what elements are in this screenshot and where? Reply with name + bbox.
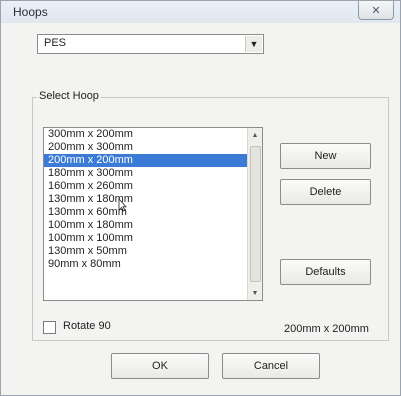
hoop-list-item[interactable]: 180mm x 300mm — [44, 167, 262, 180]
hoop-list-item[interactable]: 200mm x 200mm — [44, 154, 262, 167]
defaults-button[interactable]: Defaults — [280, 259, 371, 285]
hoop-list-item[interactable]: 100mm x 100mm — [44, 232, 262, 245]
hoop-list-item[interactable]: 90mm x 80mm — [44, 258, 262, 271]
ok-button[interactable]: OK — [111, 353, 209, 379]
close-icon: ✕ — [371, 4, 381, 17]
hoop-listbox[interactable]: 300mm x 200mm 200mm x 300mm 200mm x 200mm 1… — [43, 127, 263, 301]
current-size-readout: 200mm x 200mm — [284, 323, 369, 335]
dialog-title: Hoops — [13, 5, 48, 19]
close-button[interactable]: ✕ — [358, 1, 394, 20]
scroll-down-icon[interactable]: ▼ — [248, 287, 262, 299]
text-cursor-icon — [118, 198, 127, 212]
hoop-list-item[interactable]: 130mm x 60mm — [44, 206, 262, 219]
hoop-list-item[interactable]: 200mm x 300mm — [44, 141, 262, 154]
listbox-scrollbar[interactable]: ▲ ▼ — [247, 128, 262, 300]
hoop-list-item[interactable]: 130mm x 180mm — [44, 193, 262, 206]
hoops-dialog: Hoops ✕ PES ▼ Select Hoop 300mm x 200mm 2… — [0, 0, 401, 396]
hoop-list-item[interactable]: 100mm x 180mm — [44, 219, 262, 232]
format-dropdown[interactable]: PES ▼ — [37, 34, 264, 54]
hoop-list-item[interactable]: 160mm x 260mm — [44, 180, 262, 193]
cancel-button[interactable]: Cancel — [222, 353, 320, 379]
scroll-thumb[interactable] — [250, 146, 261, 282]
delete-button[interactable]: Delete — [280, 179, 371, 205]
rotate-90-checkbox[interactable] — [43, 321, 56, 334]
scroll-up-icon[interactable]: ▲ — [248, 129, 262, 141]
hoop-list-item[interactable]: 300mm x 200mm — [44, 128, 262, 141]
format-dropdown-value: PES — [44, 37, 67, 49]
chevron-down-icon[interactable]: ▼ — [245, 36, 262, 52]
rotate-90-label: Rotate 90 — [63, 320, 111, 332]
select-hoop-label: Select Hoop — [37, 90, 101, 102]
hoop-list-item[interactable]: 130mm x 50mm — [44, 245, 262, 258]
title-bar[interactable]: Hoops ✕ — [1, 1, 400, 23]
new-button[interactable]: New — [280, 143, 371, 169]
